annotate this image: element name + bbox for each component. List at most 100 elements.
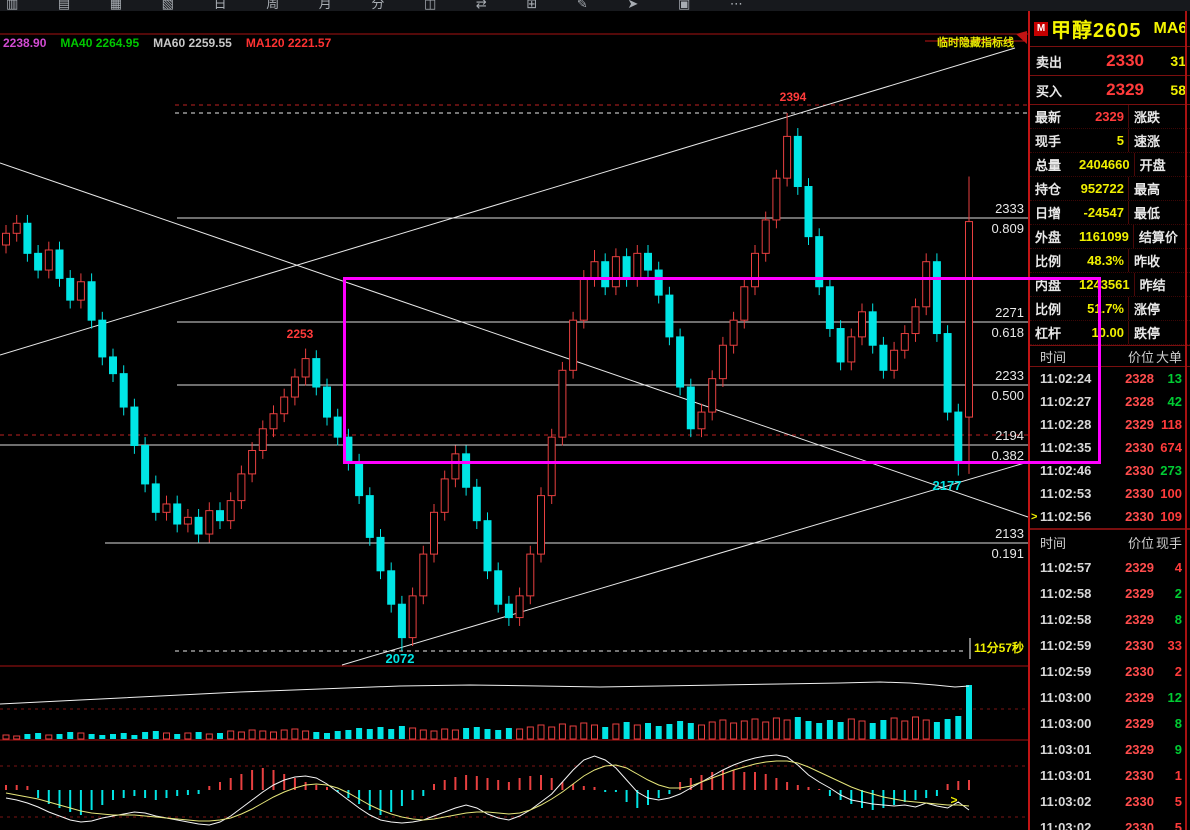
top-toolbar[interactable]: ▥ ▤ ▦ ▧ 日 周 月 分 ◫ ⇄ ⊞ ✎ ➤ ▣ ⋯ xyxy=(0,0,1190,11)
quote-row[interactable]: 买入 2329 58 xyxy=(1030,76,1190,105)
volume-bar xyxy=(602,727,609,739)
field-label-right: 涨跌 xyxy=(1128,105,1190,128)
volume-bar xyxy=(740,720,748,740)
candle-up xyxy=(590,261,599,279)
market-data-row: 现手 5 速涨 xyxy=(1030,129,1190,153)
tick-time: 11:02:59 xyxy=(1040,637,1092,653)
market-data-row: 总量 2404660 开盘 xyxy=(1030,153,1190,177)
volume-bar xyxy=(163,732,170,740)
volume-bar xyxy=(516,728,524,740)
volume-bar xyxy=(623,722,630,739)
candle-down xyxy=(804,186,813,238)
volume-bar xyxy=(205,733,213,740)
volume-bar xyxy=(495,730,502,739)
volume-bar xyxy=(409,727,417,740)
field-label-right: 昨收 xyxy=(1128,249,1190,272)
drawn-rectangle-annotation[interactable] xyxy=(343,277,1101,464)
tick-price: 2330 xyxy=(1125,509,1154,524)
candle-down xyxy=(793,135,802,188)
candle-up xyxy=(183,516,192,525)
panel-right-border xyxy=(1185,11,1187,830)
market-data-row: 比例 48.3% 昨收 xyxy=(1030,249,1190,273)
field-value: 2404660 xyxy=(1079,157,1130,172)
volume-bar xyxy=(826,720,833,739)
candle-up xyxy=(430,511,438,555)
volume-bar xyxy=(944,719,951,739)
volume-bar xyxy=(751,718,759,740)
candle-up xyxy=(761,219,770,254)
quote-label: 买入 xyxy=(1036,83,1063,99)
toolbar-icons: ▥ ▤ ▦ ▧ 日 周 月 分 ◫ ⇄ ⊞ ✎ ➤ ▣ ⋯ xyxy=(6,0,761,11)
candle-down xyxy=(365,495,374,538)
volume-bar xyxy=(473,727,480,739)
field-label: 现手 xyxy=(1035,134,1062,149)
macd-dea-line xyxy=(5,760,970,822)
volume-bar xyxy=(677,721,684,739)
volume-bar xyxy=(719,719,727,740)
volume-bar xyxy=(35,733,42,739)
volume-bar xyxy=(922,719,930,740)
candle-up xyxy=(205,510,214,535)
volume-bar xyxy=(612,723,620,740)
volume-bar xyxy=(783,719,791,740)
chart-annotation-label: 11分57秒 xyxy=(974,640,1024,655)
ma-value: MA40 2264.95 xyxy=(60,36,140,50)
candle-down xyxy=(66,277,75,301)
tick-row-item: 11:03:01 2329 9 xyxy=(1030,736,1190,762)
big-order-row: >11:02:56 2330 109 xyxy=(1030,505,1190,528)
tick-price: 2329 xyxy=(1125,585,1154,601)
candle-down xyxy=(644,252,652,271)
quote-label: 卖出 xyxy=(1036,54,1063,70)
volume-bar xyxy=(655,726,662,739)
candle-down xyxy=(216,510,224,522)
field-label: 比例 xyxy=(1035,254,1062,269)
chart-annotation-label: 2072 xyxy=(386,651,415,666)
volume-bar xyxy=(890,717,898,740)
volume-bar xyxy=(152,731,159,739)
candle-down xyxy=(323,386,331,418)
chart-annotation-label: 2394 xyxy=(780,90,807,104)
contract-title-row[interactable]: M 甲醇2605 MA6 xyxy=(1030,11,1190,47)
chart-annotation-label: 2177 xyxy=(933,478,962,493)
tick-price: 2328 xyxy=(1125,394,1154,409)
tick-price: 2330 xyxy=(1125,819,1154,830)
candle-down xyxy=(494,570,503,605)
candle-down xyxy=(376,536,385,572)
ma-value: MA60 2259.55 xyxy=(153,36,232,50)
candle-up xyxy=(440,478,449,513)
volume-bar xyxy=(13,735,21,740)
volume-bar xyxy=(912,716,919,740)
candle-down xyxy=(355,461,364,497)
field-value: 2329 xyxy=(1095,109,1124,124)
volume-bar xyxy=(334,731,341,739)
tick-time: 11:03:02 xyxy=(1040,819,1092,830)
fib-ratio-label: 0.809 xyxy=(991,221,1024,236)
candle-down xyxy=(109,356,117,375)
candle-up xyxy=(526,553,535,597)
tick-price: 2329 xyxy=(1125,715,1154,731)
field-label: 持仓 xyxy=(1035,182,1062,197)
fib-price-label: 2333 xyxy=(995,201,1024,216)
volume-bar xyxy=(24,734,31,739)
volume-bar xyxy=(2,734,10,740)
candle-down xyxy=(622,256,631,279)
volume-bar xyxy=(633,724,641,740)
tick-price: 2330 xyxy=(1125,767,1154,783)
volume-bar xyxy=(217,733,223,739)
volume-bar xyxy=(366,729,373,739)
volume-bar xyxy=(537,724,545,740)
field-value: 952722 xyxy=(1080,181,1124,196)
quote-row[interactable]: 卖出 2330 31 xyxy=(1030,47,1190,76)
volume-bar xyxy=(526,726,534,740)
field-label-right: 涨停 xyxy=(1128,297,1190,320)
volume-bar xyxy=(484,729,491,739)
quote-price: 2329 xyxy=(1106,80,1144,99)
volume-bar xyxy=(666,724,673,739)
candle-up xyxy=(226,500,235,522)
volume-bar xyxy=(377,727,384,739)
candle-down xyxy=(130,406,139,446)
volume-bar xyxy=(227,730,235,740)
volume-bar xyxy=(184,732,192,740)
tick-price: 2330 xyxy=(1125,486,1154,501)
tick-time: 11:03:01 xyxy=(1040,741,1092,757)
